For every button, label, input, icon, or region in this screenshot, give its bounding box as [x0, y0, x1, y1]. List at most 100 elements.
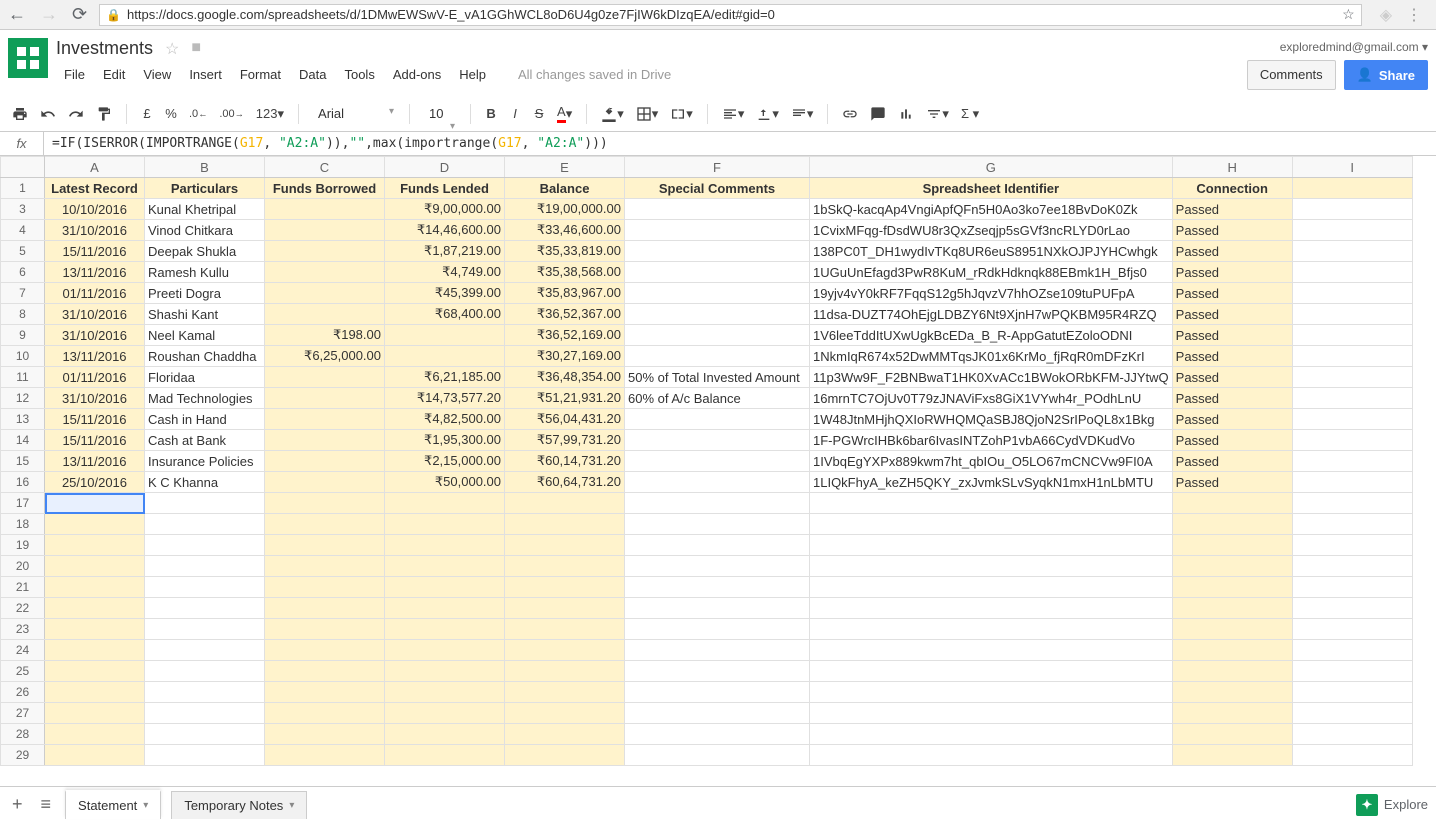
cell-A14[interactable]: 15/11/2016: [45, 430, 145, 451]
cell-I25[interactable]: [1292, 661, 1412, 682]
user-email[interactable]: exploredmind@gmail.com ▾: [1247, 40, 1428, 54]
cell-A11[interactable]: 01/11/2016: [45, 367, 145, 388]
cell-F5[interactable]: [625, 241, 810, 262]
cell-C29[interactable]: [265, 745, 385, 766]
cell-D28[interactable]: [385, 724, 505, 745]
cell-I6[interactable]: [1292, 262, 1412, 283]
cell-E15[interactable]: ₹60,14,731.20: [505, 451, 625, 472]
row-header-21[interactable]: 21: [1, 577, 45, 598]
cell-H29[interactable]: [1172, 745, 1292, 766]
cell-E3[interactable]: ₹19,00,000.00: [505, 199, 625, 220]
cell-H20[interactable]: [1172, 556, 1292, 577]
row-header-22[interactable]: 22: [1, 598, 45, 619]
explore-button[interactable]: ✦ Explore: [1356, 794, 1428, 816]
comment-icon[interactable]: [866, 102, 890, 126]
cell-G29[interactable]: [810, 745, 1173, 766]
select-all-cell[interactable]: [1, 157, 45, 178]
cell-A24[interactable]: [45, 640, 145, 661]
cell-A18[interactable]: [45, 514, 145, 535]
cell-A22[interactable]: [45, 598, 145, 619]
cell-H9[interactable]: Passed: [1172, 325, 1292, 346]
cell-F27[interactable]: [625, 703, 810, 724]
cell-H8[interactable]: Passed: [1172, 304, 1292, 325]
cell-F24[interactable]: [625, 640, 810, 661]
cell-D16[interactable]: ₹50,000.00: [385, 472, 505, 493]
cell-H14[interactable]: Passed: [1172, 430, 1292, 451]
row-header-25[interactable]: 25: [1, 661, 45, 682]
row-header-7[interactable]: 7: [1, 283, 45, 304]
cell-C14[interactable]: [265, 430, 385, 451]
cell-E9[interactable]: ₹36,52,169.00: [505, 325, 625, 346]
cell-D19[interactable]: [385, 535, 505, 556]
text-color-button[interactable]: A ▾: [553, 102, 576, 126]
cell-G12[interactable]: 16mrnTC7OjUv0T79zJNAViFxs8GiX1VYwh4r_POd…: [810, 388, 1173, 409]
cell-C13[interactable]: [265, 409, 385, 430]
cell-E20[interactable]: [505, 556, 625, 577]
cell-G6[interactable]: 1UGuUnEfagd3PwR8KuM_rRdkHdknqk88EBmk1H_B…: [810, 262, 1173, 283]
cell-G28[interactable]: [810, 724, 1173, 745]
column-header-G[interactable]: G: [810, 157, 1173, 178]
link-icon[interactable]: [838, 102, 862, 126]
cell-A21[interactable]: [45, 577, 145, 598]
cell-I29[interactable]: [1292, 745, 1412, 766]
cell-A9[interactable]: 31/10/2016: [45, 325, 145, 346]
cell-H16[interactable]: Passed: [1172, 472, 1292, 493]
row-header-16[interactable]: 16: [1, 472, 45, 493]
cell-C7[interactable]: [265, 283, 385, 304]
cell-H17[interactable]: [1172, 493, 1292, 514]
cell-H10[interactable]: Passed: [1172, 346, 1292, 367]
cell-A12[interactable]: 31/10/2016: [45, 388, 145, 409]
cell-E1[interactable]: Balance: [505, 178, 625, 199]
merge-button[interactable]: ▾: [666, 102, 697, 126]
forward-button[interactable]: →: [40, 4, 58, 25]
spreadsheet-grid[interactable]: ABCDEFGHI1Latest RecordParticularsFunds …: [0, 156, 1413, 766]
sheet-tab-temporary-notes[interactable]: Temporary Notes▾: [171, 791, 307, 819]
cell-F6[interactable]: [625, 262, 810, 283]
cell-B3[interactable]: Kunal Khetripal: [145, 199, 265, 220]
column-header-E[interactable]: E: [505, 157, 625, 178]
cell-H18[interactable]: [1172, 514, 1292, 535]
column-header-H[interactable]: H: [1172, 157, 1292, 178]
cell-A28[interactable]: [45, 724, 145, 745]
cell-D29[interactable]: [385, 745, 505, 766]
column-header-C[interactable]: C: [265, 157, 385, 178]
cell-G9[interactable]: 1V6leeTddItUXwUgkBcEDa_B_R-AppGatutEZolo…: [810, 325, 1173, 346]
cell-C18[interactable]: [265, 514, 385, 535]
currency-button[interactable]: £: [137, 102, 157, 126]
font-size-select[interactable]: 10: [420, 103, 460, 124]
cell-E16[interactable]: ₹60,64,731.20: [505, 472, 625, 493]
cell-C8[interactable]: [265, 304, 385, 325]
decrease-decimal-button[interactable]: .0←: [185, 102, 211, 126]
cell-H26[interactable]: [1172, 682, 1292, 703]
cell-C17[interactable]: [265, 493, 385, 514]
cell-D3[interactable]: ₹9,00,000.00: [385, 199, 505, 220]
cell-H23[interactable]: [1172, 619, 1292, 640]
cell-I10[interactable]: [1292, 346, 1412, 367]
chevron-down-icon[interactable]: ▾: [289, 800, 294, 811]
cell-I20[interactable]: [1292, 556, 1412, 577]
cell-D20[interactable]: [385, 556, 505, 577]
cell-C16[interactable]: [265, 472, 385, 493]
cell-B26[interactable]: [145, 682, 265, 703]
cell-C4[interactable]: [265, 220, 385, 241]
cell-A23[interactable]: [45, 619, 145, 640]
cell-E5[interactable]: ₹35,33,819.00: [505, 241, 625, 262]
cell-F15[interactable]: [625, 451, 810, 472]
cell-G23[interactable]: [810, 619, 1173, 640]
cell-A25[interactable]: [45, 661, 145, 682]
cell-A15[interactable]: 13/11/2016: [45, 451, 145, 472]
comments-button[interactable]: Comments: [1247, 60, 1336, 90]
cell-C9[interactable]: ₹198.00: [265, 325, 385, 346]
cell-G15[interactable]: 1IVbqEgYXPx889kwm7ht_qbIOu_O5LO67mCNCVw9…: [810, 451, 1173, 472]
cell-G13[interactable]: 1W48JtnMHjhQXIoRWHQMQaSBJ8QjoN2SrIPoQL8x…: [810, 409, 1173, 430]
share-button[interactable]: 👤 Share: [1344, 60, 1428, 90]
cell-C1[interactable]: Funds Borrowed: [265, 178, 385, 199]
cell-B27[interactable]: [145, 703, 265, 724]
cell-A5[interactable]: 15/11/2016: [45, 241, 145, 262]
row-header-24[interactable]: 24: [1, 640, 45, 661]
row-header-1[interactable]: 1: [1, 178, 45, 199]
cell-E6[interactable]: ₹35,38,568.00: [505, 262, 625, 283]
cell-B17[interactable]: [145, 493, 265, 514]
paint-format-icon[interactable]: [92, 102, 116, 126]
row-header-19[interactable]: 19: [1, 535, 45, 556]
